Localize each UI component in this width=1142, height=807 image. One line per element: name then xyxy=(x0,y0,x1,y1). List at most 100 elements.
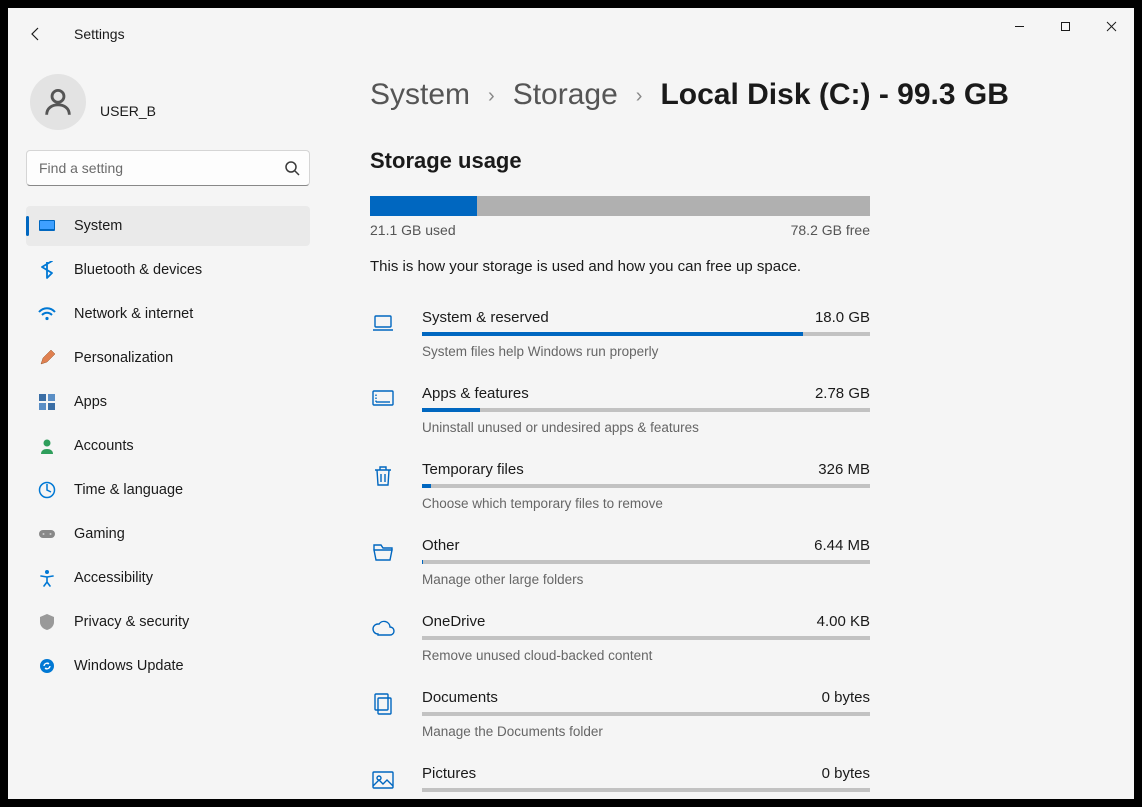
storage-category-row[interactable]: Documents 0 bytes Manage the Documents fol… xyxy=(370,679,870,755)
free-label: 78.2 GB free xyxy=(791,222,870,238)
window-titlebar xyxy=(996,8,1134,44)
category-size: 0 bytes xyxy=(822,765,870,782)
storage-category-row[interactable]: Temporary files 326 MB Choose which tempor… xyxy=(370,451,870,527)
storage-category-row[interactable]: Other 6.44 MB Manage other large folders xyxy=(370,527,870,603)
sidebar-item-label: Accessibility xyxy=(74,570,153,586)
category-size: 4.00 KB xyxy=(817,613,870,630)
bluetooth-icon xyxy=(38,261,56,279)
sidebar: USER_B System xyxy=(8,60,328,799)
shield-icon xyxy=(38,613,56,631)
category-bar xyxy=(422,712,870,716)
sidebar-item-label: Privacy & security xyxy=(74,614,189,630)
sidebar-item-personalization[interactable]: Personalization xyxy=(26,338,310,378)
user-name: USER_B xyxy=(100,85,156,119)
chevron-right-icon: › xyxy=(636,85,643,108)
category-size: 6.44 MB xyxy=(814,537,870,554)
app-header: Settings xyxy=(8,8,125,60)
breadcrumb-current: Local Disk (C:) - 99.3 GB xyxy=(660,78,1008,112)
usage-bar-fill xyxy=(370,196,477,216)
minimize-button[interactable] xyxy=(996,11,1042,41)
accounts-icon xyxy=(38,437,56,455)
trash-icon xyxy=(370,461,398,511)
sidebar-item-accounts[interactable]: Accounts xyxy=(26,426,310,466)
category-size: 326 MB xyxy=(818,461,870,478)
search-icon xyxy=(284,160,300,176)
storage-category-row[interactable]: OneDrive 4.00 KB Remove unused cloud-backe… xyxy=(370,603,870,679)
gaming-icon xyxy=(38,525,56,543)
storage-category-row[interactable]: Pictures0 bytesManage the Pictures folde… xyxy=(370,755,870,799)
sidebar-item-system[interactable]: System xyxy=(26,206,310,246)
back-button[interactable] xyxy=(28,26,44,42)
cloud-icon xyxy=(370,613,398,663)
pictures-icon xyxy=(370,765,398,799)
category-desc: Uninstall unused or undesired apps & fea… xyxy=(422,420,870,435)
category-desc: Remove unused cloud-backed content xyxy=(422,648,870,663)
sidebar-item-network[interactable]: Network & internet xyxy=(26,294,310,334)
sidebar-item-windows-update[interactable]: Windows Update xyxy=(26,646,310,686)
user-block[interactable]: USER_B xyxy=(26,68,310,150)
sidebar-item-label: System xyxy=(74,218,122,234)
category-desc: Choose which temporary files to remove xyxy=(422,496,870,511)
category-name: Other xyxy=(422,537,460,554)
used-label: 21.1 GB used xyxy=(370,222,456,238)
sidebar-item-label: Bluetooth & devices xyxy=(74,262,202,278)
category-bar xyxy=(422,332,870,336)
breadcrumb-storage[interactable]: Storage xyxy=(513,78,618,112)
documents-icon xyxy=(370,689,398,739)
system-icon xyxy=(38,217,56,235)
sidebar-item-time-language[interactable]: Time & language xyxy=(26,470,310,510)
wifi-icon xyxy=(38,305,56,323)
category-bar xyxy=(422,484,870,488)
category-name: Documents xyxy=(422,689,498,706)
category-bar xyxy=(422,788,870,792)
category-bar xyxy=(422,636,870,640)
search-input[interactable] xyxy=(26,150,310,186)
category-size: 2.78 GB xyxy=(815,385,870,402)
category-name: Temporary files xyxy=(422,461,524,478)
maximize-button[interactable] xyxy=(1042,11,1088,41)
search-wrap xyxy=(26,150,310,186)
clock-globe-icon xyxy=(38,481,56,499)
breadcrumb: System › Storage › Local Disk (C:) - 99.… xyxy=(370,78,1094,112)
sidebar-nav: System Bluetooth & devices Network & int… xyxy=(26,206,310,686)
category-size: 18.0 GB xyxy=(815,309,870,326)
category-name: Pictures xyxy=(422,765,476,782)
sidebar-item-accessibility[interactable]: Accessibility xyxy=(26,558,310,598)
main-content: System › Storage › Local Disk (C:) - 99.… xyxy=(328,60,1134,799)
apps-icon xyxy=(38,393,56,411)
sidebar-item-gaming[interactable]: Gaming xyxy=(26,514,310,554)
close-button[interactable] xyxy=(1088,11,1134,41)
category-bar xyxy=(422,408,870,412)
avatar xyxy=(30,74,86,130)
sidebar-item-label: Network & internet xyxy=(74,306,193,322)
folder-open-icon xyxy=(370,537,398,587)
category-desc: Manage other large folders xyxy=(422,572,870,587)
section-title: Storage usage xyxy=(370,148,1094,174)
sidebar-item-label: Gaming xyxy=(74,526,125,542)
breadcrumb-system[interactable]: System xyxy=(370,78,470,112)
chevron-right-icon: › xyxy=(488,85,495,108)
update-icon xyxy=(38,657,56,675)
category-desc: System files help Windows run properly xyxy=(422,344,870,359)
sidebar-item-label: Windows Update xyxy=(74,658,184,674)
monitor-icon xyxy=(370,385,398,435)
app-title: Settings xyxy=(74,26,125,42)
category-desc: Manage the Documents folder xyxy=(422,724,870,739)
category-size: 0 bytes xyxy=(822,689,870,706)
category-name: System & reserved xyxy=(422,309,549,326)
storage-category-row[interactable]: Apps & features2.78 GBUninstall unused o… xyxy=(370,375,870,451)
sidebar-item-bluetooth[interactable]: Bluetooth & devices xyxy=(26,250,310,290)
accessibility-icon xyxy=(38,569,56,587)
category-bar xyxy=(422,560,870,564)
laptop-icon xyxy=(370,309,398,359)
sidebar-item-label: Accounts xyxy=(74,438,134,454)
settings-window: Settings USER_B xyxy=(8,8,1134,799)
paintbrush-icon xyxy=(38,349,56,367)
sidebar-item-privacy-security[interactable]: Privacy & security xyxy=(26,602,310,642)
storage-category-row[interactable]: System & reserved 18.0 GB System files hel… xyxy=(370,299,870,375)
category-name: OneDrive xyxy=(422,613,485,630)
usage-description: This is how your storage is used and how… xyxy=(370,258,1094,275)
sidebar-item-label: Time & language xyxy=(74,482,183,498)
sidebar-item-label: Personalization xyxy=(74,350,173,366)
sidebar-item-apps[interactable]: Apps xyxy=(26,382,310,422)
